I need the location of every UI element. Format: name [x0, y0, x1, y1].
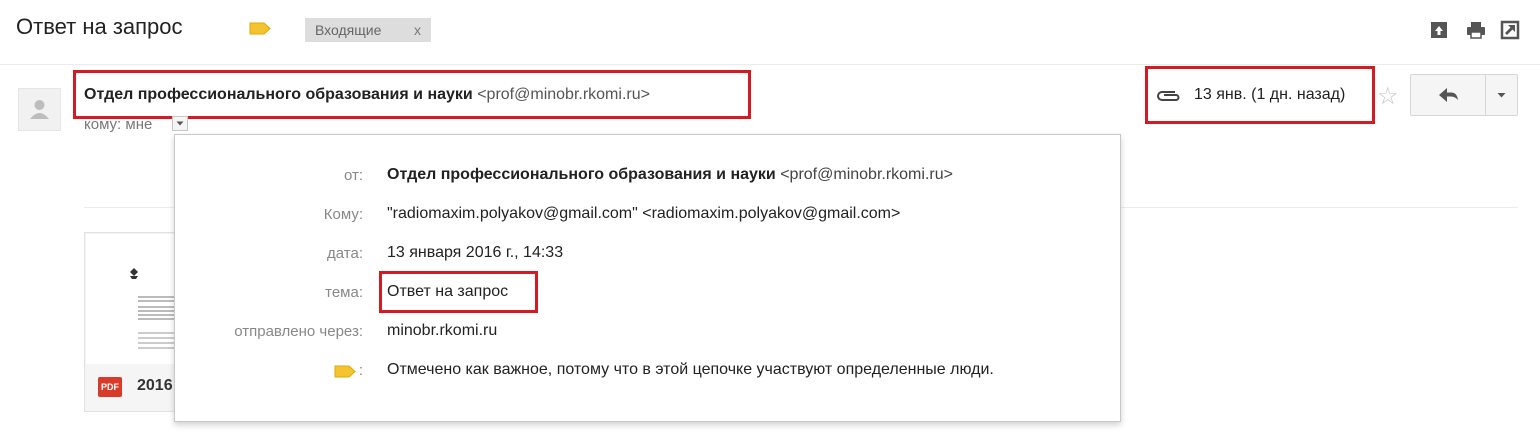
remove-label-button[interactable]: x	[414, 22, 421, 38]
date-value: 13 января 2016 г., 14:33	[387, 244, 564, 261]
star-icon[interactable]: ☆	[1377, 82, 1399, 111]
from-name: Отдел профессионального образования и на…	[387, 166, 776, 183]
important-marker-icon[interactable]	[249, 22, 271, 35]
show-details-button[interactable]	[172, 116, 188, 131]
reply-button[interactable]	[1410, 74, 1486, 116]
subject-label: тема:	[325, 284, 363, 301]
recipient-summary: кому: мне	[84, 116, 153, 133]
label-chip-text: Входящие	[315, 22, 382, 38]
to-label: Кому:	[323, 206, 363, 223]
to-value: "radiomaxim.polyakov@gmail.com" <radioma…	[387, 205, 901, 222]
email-subject: Ответ на запрос	[16, 14, 183, 39]
importance-label: :	[358, 362, 363, 379]
mailed-by-label: отправлено через:	[234, 323, 363, 340]
highlight-sender-box	[73, 70, 751, 119]
pdf-icon: PDF	[98, 377, 122, 397]
reply-icon	[1439, 88, 1458, 102]
sender-avatar	[18, 88, 61, 131]
from-value: Отдел профессионального образования и на…	[387, 166, 953, 184]
from-label: от:	[343, 167, 363, 184]
label-chip-inbox: Входящие x	[305, 18, 431, 42]
more-actions-button[interactable]	[1485, 74, 1518, 116]
caret-down-icon	[176, 121, 184, 126]
caret-down-icon	[1497, 93, 1506, 98]
attachment-name[interactable]: 2016	[137, 377, 173, 395]
importance-value: Отмечено как важное, потому что в этой ц…	[387, 361, 994, 378]
date-label: дата:	[327, 245, 363, 262]
attachment-preview	[86, 234, 182, 364]
new-window-icon[interactable]	[1500, 20, 1520, 40]
highlight-date-box	[1145, 66, 1375, 124]
document-preview	[86, 234, 182, 364]
person-icon	[30, 100, 49, 119]
header-divider	[0, 64, 1540, 65]
mailed-by-value: minobr.rkomi.ru	[387, 322, 498, 339]
highlight-subject-box	[379, 271, 538, 313]
archive-icon[interactable]	[1429, 20, 1449, 40]
message-details-popup: от: Отдел профессионального образования …	[174, 134, 1121, 422]
from-email: <prof@minobr.rkomi.ru>	[780, 166, 953, 183]
important-marker-icon	[334, 365, 356, 378]
print-icon[interactable]	[1466, 20, 1486, 40]
